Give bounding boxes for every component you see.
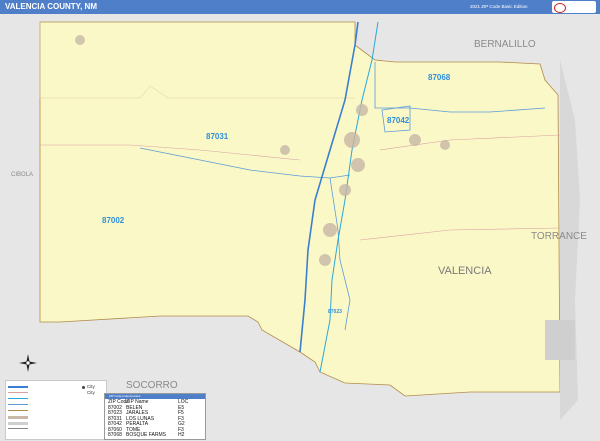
neighbor-label-north: BERNALILLO — [474, 39, 536, 50]
county-map: 87068 87042 87031 87002 87023 VALENCIA B… — [0, 14, 600, 441]
table-row: 87002 BELEN E5 — [108, 405, 204, 411]
zip-index-header-row: ZIP Code ZIP Name LOC — [108, 400, 204, 405]
land-grant-area — [545, 320, 575, 360]
zip-label-87023: 87023 — [328, 309, 342, 315]
legend-row — [8, 426, 104, 431]
county-label-valencia: VALENCIA — [438, 265, 492, 277]
table-row: 87031 LOS LUNAS F3 — [108, 416, 204, 422]
legend-row — [8, 408, 104, 413]
neighbor-label-west: CIBOLA — [11, 172, 33, 178]
table-row: 87023 JARALES F5 — [108, 411, 204, 416]
city-small-label: City — [87, 390, 95, 395]
title-bar: VALENCIA COUNTY, NM 2021 ZIP Code Basic … — [0, 0, 600, 14]
zip-label-87042: 87042 — [387, 116, 410, 125]
city-dot-icon — [82, 386, 85, 389]
neighbor-label-south: SOCORRO — [126, 380, 178, 391]
legend-row — [8, 414, 104, 419]
edition-label: 2021 ZIP Code Basic Edition — [470, 4, 528, 9]
table-row: 87068 BOSQUE FARMS H2 — [108, 433, 204, 438]
zip-code: 87068 — [108, 432, 122, 438]
neighbor-label-east: TORRANCE — [531, 231, 587, 242]
zip-label-87031: 87031 — [206, 132, 229, 141]
table-row: 87042 PERALTA G2 — [108, 422, 204, 427]
logo-mark-icon — [554, 3, 566, 13]
zip-label-87002: 87002 — [102, 216, 125, 225]
zip-label-87068: 87068 — [428, 73, 451, 82]
zip-loc: H2 — [178, 432, 185, 438]
page-title: VALENCIA COUNTY, NM — [5, 2, 97, 11]
zip-code-index: ZIP Code Index/Locator ZIP Code ZIP Name… — [104, 393, 206, 440]
brand-logo-icon — [552, 1, 596, 13]
zip-name: BOSQUE FARMS — [126, 432, 167, 438]
city-legend: City City — [82, 384, 104, 404]
map-frame: VALENCIA COUNTY, NM 2021 ZIP Code Basic … — [0, 0, 600, 441]
legend-row — [8, 420, 104, 425]
